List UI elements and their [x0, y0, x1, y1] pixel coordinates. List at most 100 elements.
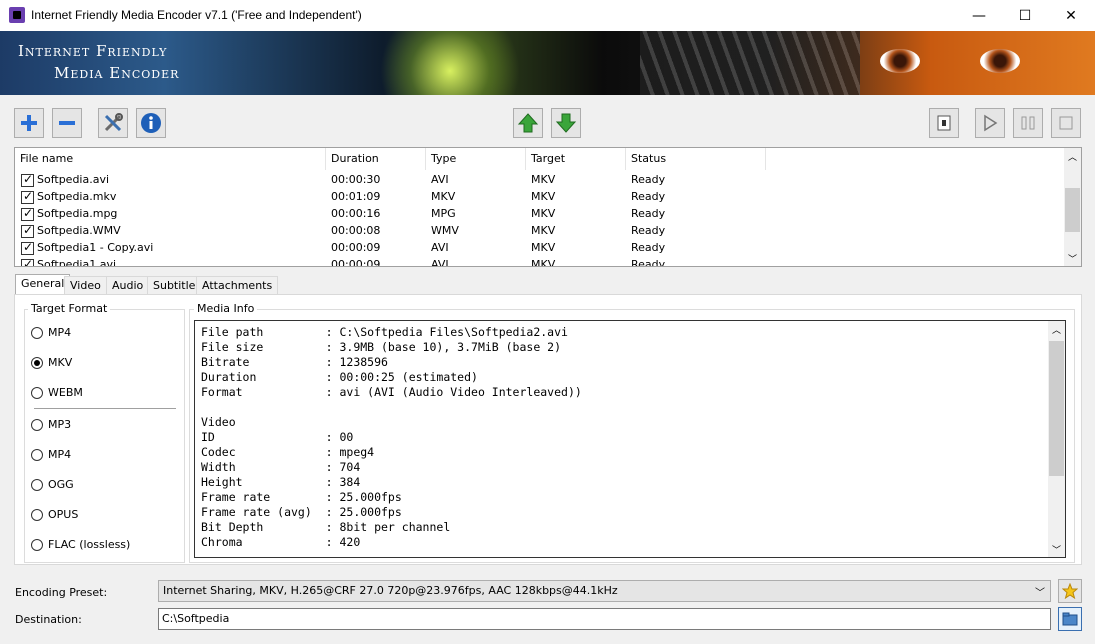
remove-files-button[interactable]	[52, 108, 82, 138]
file-row[interactable]: Softpedia.mkv 00:01:09 MKV MKV Ready	[15, 189, 1065, 206]
column-header-filename[interactable]: File name	[15, 148, 326, 170]
radio-label[interactable]: OPUS	[48, 508, 78, 521]
file-checkbox[interactable]	[21, 240, 34, 255]
tab-general[interactable]: General	[15, 274, 71, 295]
media-info-scroll-thumb[interactable]	[1049, 341, 1064, 476]
file-duration: 00:00:09	[331, 241, 381, 254]
media-info-line: Bit Depth : 8bit per channel	[201, 520, 451, 534]
media-info-line: Frame rate (avg) : 25.000fps	[201, 505, 402, 519]
scroll-down-icon[interactable]: ﹀	[1068, 252, 1077, 265]
file-status: Ready	[631, 241, 666, 254]
radio-mp3[interactable]	[31, 419, 43, 431]
radio-webm[interactable]	[31, 387, 43, 399]
file-type: AVI	[431, 241, 449, 254]
file-name: Softpedia.mkv	[37, 190, 117, 203]
play-icon	[984, 114, 998, 132]
scroll-down-icon[interactable]: ﹀	[1052, 543, 1061, 556]
pause-icon	[1021, 116, 1035, 130]
file-list-scroll-thumb[interactable]	[1065, 188, 1080, 232]
media-info-line: ID : 00	[201, 430, 354, 444]
radio-flac[interactable]	[31, 539, 43, 551]
tab-subtitle[interactable]: Subtitle	[147, 276, 202, 295]
close-button[interactable]: ✕	[1048, 0, 1094, 31]
file-checkbox[interactable]	[21, 172, 34, 187]
column-header-target[interactable]: Target	[526, 148, 626, 170]
radio-ogg[interactable]	[31, 479, 43, 491]
column-header-status[interactable]: Status	[626, 148, 766, 170]
file-row[interactable]: Softpedia.mpg 00:00:16 MPG MKV Ready	[15, 206, 1065, 223]
media-info-line: Duration : 00:00:25 (estimated)	[201, 370, 478, 384]
file-target: MKV	[531, 173, 556, 186]
file-target: MKV	[531, 241, 556, 254]
radio-label[interactable]: OGG	[48, 478, 74, 491]
media-info-line: Frame rate : 25.000fps	[201, 490, 402, 504]
scroll-up-icon[interactable]: ︿	[1068, 150, 1077, 163]
file-type: AVI	[431, 173, 449, 186]
browse-destination-button[interactable]	[1058, 607, 1082, 631]
minimize-button[interactable]: —	[956, 0, 1002, 31]
format-divider	[34, 408, 176, 409]
media-info-line: Codec : mpeg4	[201, 445, 375, 459]
file-checkbox[interactable]	[21, 223, 34, 238]
add-icon	[21, 115, 37, 131]
radio-label[interactable]: MP4	[48, 448, 71, 461]
stop-after-button[interactable]	[929, 108, 959, 138]
film-strip-image	[640, 31, 860, 95]
app-icon	[9, 7, 25, 23]
tab-video[interactable]: Video	[64, 276, 107, 295]
settings-button[interactable]	[98, 108, 128, 138]
banner-title-line1: Internet Friendly	[18, 42, 168, 60]
banner-title-line2: Media Encoder	[54, 64, 180, 82]
tab-audio[interactable]: Audio	[106, 276, 150, 295]
file-row[interactable]: Softpedia.WMV 00:00:08 WMV MKV Ready	[15, 223, 1065, 240]
tools-icon	[104, 113, 123, 132]
stop-encoding-button[interactable]	[1051, 108, 1081, 138]
media-info-line: File path : C:\Softpedia Files\Softpedia…	[201, 325, 568, 339]
pause-encoding-button[interactable]	[1013, 108, 1043, 138]
file-type: MKV	[431, 190, 456, 203]
column-header-type[interactable]: Type	[426, 148, 526, 170]
radio-label[interactable]: FLAC (lossless)	[48, 538, 130, 551]
file-status: Ready	[631, 173, 666, 186]
scroll-up-icon[interactable]: ︿	[1052, 323, 1061, 336]
destination-input[interactable]: C:\Softpedia	[158, 608, 1051, 630]
radio-opus[interactable]	[31, 509, 43, 521]
file-name: Softpedia1 - Copy.avi	[37, 241, 154, 254]
info-button[interactable]	[136, 108, 166, 138]
tab-attachments[interactable]: Attachments	[196, 276, 279, 295]
start-encoding-button[interactable]	[975, 108, 1005, 138]
radio-mp4[interactable]	[31, 327, 43, 339]
file-checkbox[interactable]	[21, 206, 34, 221]
title-bar: Internet Friendly Media Encoder v7.1 ('F…	[0, 0, 1095, 31]
file-status: Ready	[631, 224, 666, 237]
maximize-button[interactable]: ☐	[1002, 0, 1048, 31]
file-checkbox[interactable]	[21, 189, 34, 204]
move-down-button[interactable]	[551, 108, 581, 138]
chevron-down-icon[interactable]: ﹀	[1035, 584, 1045, 599]
add-files-button[interactable]	[14, 108, 44, 138]
file-target: MKV	[531, 190, 556, 203]
window-title: Internet Friendly Media Encoder v7.1 ('F…	[31, 8, 362, 22]
file-status: Ready	[631, 258, 666, 267]
file-duration: 00:01:09	[331, 190, 381, 203]
radio-label[interactable]: MP4	[48, 326, 71, 339]
banner-artwork	[980, 49, 1020, 73]
file-duration: 00:00:16	[331, 207, 381, 220]
radio-label[interactable]: MP3	[48, 418, 71, 431]
favorite-preset-button[interactable]	[1058, 579, 1082, 603]
file-list[interactable]: File name Duration Type Target Status So…	[14, 147, 1082, 267]
encoding-preset-label: Encoding Preset:	[15, 586, 108, 599]
move-up-button[interactable]	[513, 108, 543, 138]
file-row[interactable]: Softpedia.avi 00:00:30 AVI MKV Ready	[15, 172, 1065, 189]
file-row[interactable]: Softpedia1.avi 00:00:09 AVI MKV Ready	[15, 257, 1065, 267]
encoding-preset-dropdown[interactable]: Internet Sharing, MKV, H.265@CRF 27.0 72…	[158, 580, 1051, 602]
radio-label[interactable]: WEBM	[48, 386, 83, 399]
media-info-textbox[interactable]: File path : C:\Softpedia Files\Softpedia…	[194, 320, 1066, 558]
radio-label[interactable]: MKV	[48, 356, 72, 369]
radio-mp4-audio[interactable]	[31, 449, 43, 461]
file-row[interactable]: Softpedia1 - Copy.avi 00:00:09 AVI MKV R…	[15, 240, 1065, 257]
file-checkbox[interactable]	[21, 257, 34, 266]
radio-mkv[interactable]	[31, 357, 43, 369]
column-header-duration[interactable]: Duration	[326, 148, 426, 170]
destination-label: Destination:	[15, 613, 82, 626]
